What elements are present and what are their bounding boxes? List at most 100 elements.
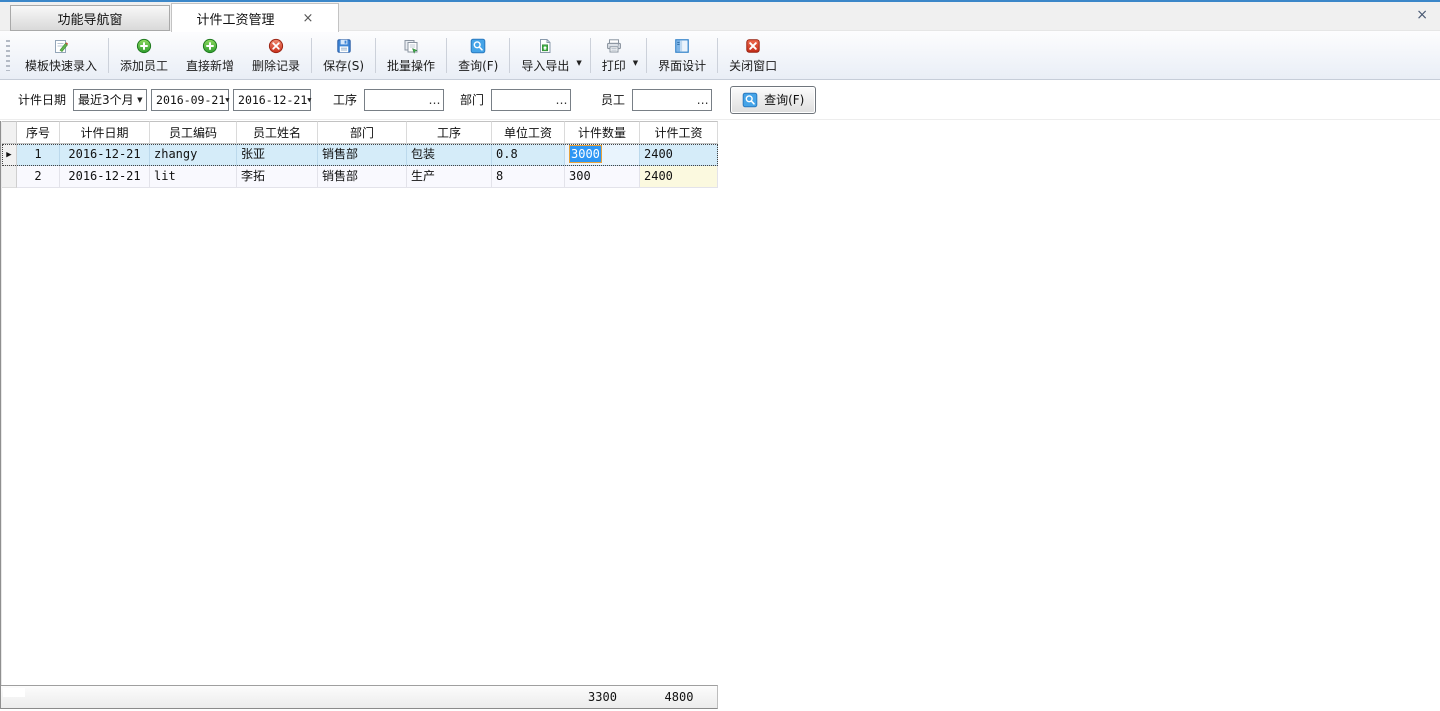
row-indicator-header [2,121,17,144]
toolbar-button-label: 删除记录 [252,57,300,74]
chevron-down-icon[interactable]: ▼ [307,96,311,104]
grid-cell[interactable]: 销售部 [318,144,407,166]
date-from-picker[interactable]: 2016-09-21 ▼ [151,89,229,111]
toolbar-separator [108,38,109,73]
toolbar-grip[interactable] [6,40,10,71]
import-export-icon [537,38,553,54]
column-header[interactable]: 员工编码 [150,121,237,144]
grid-cell[interactable]: 300 [565,166,640,188]
grid-cell[interactable]: 销售部 [318,166,407,188]
close-window-icon [745,38,761,54]
save-button[interactable]: 保存(S) [314,34,373,77]
column-header[interactable]: 部门 [318,121,407,144]
column-header[interactable]: 计件数量 [565,121,640,144]
column-header[interactable]: 工序 [407,121,492,144]
toolbar-button-label: 添加员工 [120,57,168,74]
grid-cell[interactable]: 8 [492,166,565,188]
date-from-value: 2016-09-21 [156,93,225,107]
grid-cell[interactable]: 生产 [407,166,492,188]
grid-cell[interactable]: zhangy [150,144,237,166]
toolbar-button-label: 批量操作 [387,57,435,74]
current-row-arrow-icon: ▶ [6,150,11,160]
app-window: 功能导航窗 计件工资管理 × × 模板快速录入 添加员工 直接新增 [0,0,1440,711]
grid-cell[interactable]: 张亚 [237,144,318,166]
employee-filter-label: 员工 [601,91,625,108]
date-range-preset-select[interactable]: 最近3个月 ▼ [73,89,147,111]
ellipsis-lookup-icon[interactable]: … [426,95,443,105]
piece-qty-total: 3300 [565,690,640,704]
chevron-down-icon[interactable]: ▼ [134,96,146,104]
department-lookup-field: … [491,89,571,111]
grid-cell[interactable]: 2400 [640,166,718,188]
column-header[interactable]: 员工姓名 [237,121,318,144]
delete-circle-icon [268,38,284,54]
toolbar-separator [590,38,591,73]
table-row[interactable]: 2 2016-12-21 lit 李拓 销售部 生产 8 300 2400 [2,166,718,188]
add-employee-button[interactable]: 添加员工 [111,34,177,77]
grid-cell[interactable]: 2016-12-21 [60,144,150,166]
employee-input[interactable] [633,91,694,109]
grid-cell-editing[interactable]: 3000 [565,144,640,166]
grid-cell[interactable]: 李拓 [237,166,318,188]
grid-cell[interactable]: 1 [17,144,60,166]
batch-operation-button[interactable]: 批量操作 [378,34,444,77]
filter-bar: 计件日期 最近3个月 ▼ 2016-09-21 ▼ 2016-12-21 ▼ 工… [0,80,1440,120]
column-header[interactable]: 计件工资 [640,121,718,144]
column-header[interactable]: 单位工资 [492,121,565,144]
date-to-value: 2016-12-21 [238,93,307,107]
process-filter-label: 工序 [333,91,357,108]
chevron-down-icon[interactable]: ▼ [225,96,229,104]
import-export-button[interactable]: 导入导出 ▼ [512,34,587,77]
date-range-preset-value: 最近3个月 [78,91,134,108]
process-lookup-field: … [364,89,444,111]
grid-cell[interactable]: 2400 [640,144,718,166]
print-button[interactable]: 打印 ▼ [593,34,644,77]
query-submit-button[interactable]: 查询(F) [730,86,816,114]
template-quick-entry-button[interactable]: 模板快速录入 [16,34,106,77]
process-input[interactable] [365,91,426,109]
date-to-picker[interactable]: 2016-12-21 ▼ [233,89,311,111]
grid-cell[interactable]: 2 [17,166,60,188]
dropdown-caret-icon[interactable]: ▼ [576,59,581,67]
add-new-button[interactable]: 直接新增 [177,34,243,77]
edit-selection[interactable]: 3000 [569,145,602,163]
tab-piecework-wage-management[interactable]: 计件工资管理 × [171,3,339,32]
toolbar-separator [717,38,718,73]
grid-summary-footer: 3300 4800 [1,685,718,709]
grid-area: 序号 计件日期 员工编码 员工姓名 部门 工序 单位工资 计件数量 计件工资 ▶… [0,120,1440,710]
printer-icon [606,38,622,54]
row-indicator [2,166,17,188]
tab-function-navigation[interactable]: 功能导航窗 [10,5,170,31]
grid-cell[interactable]: 2016-12-21 [60,166,150,188]
employee-lookup-field: … [632,89,712,111]
query-button[interactable]: 查询(F) [449,34,507,77]
ui-design-button[interactable]: 界面设计 [649,34,715,77]
close-window-button[interactable]: 关闭窗口 [720,34,786,77]
row-indicator: ▶ [2,144,17,166]
toolbar-separator [646,38,647,73]
column-header[interactable]: 序号 [17,121,60,144]
ellipsis-lookup-icon[interactable]: … [694,95,711,105]
grid-cell[interactable]: 包装 [407,144,492,166]
toolbar-separator [446,38,447,73]
column-header[interactable]: 计件日期 [60,121,150,144]
window-close-icon[interactable]: × [1416,8,1428,22]
department-filter-label: 部门 [460,91,484,108]
table-row[interactable]: ▶ 1 2016-12-21 zhangy 张亚 销售部 包装 0.8 3000… [2,144,718,166]
batch-copy-icon [403,38,419,54]
ellipsis-lookup-icon[interactable]: … [553,95,570,105]
dropdown-caret-icon[interactable]: ▼ [633,59,638,67]
toolbar-button-label: 直接新增 [186,57,234,74]
department-input[interactable] [492,91,553,109]
search-icon [470,38,486,54]
template-edit-icon [53,38,69,54]
tab-label: 功能导航窗 [57,9,122,28]
tab-bar: 功能导航窗 计件工资管理 × × [0,0,1440,30]
grid-cell[interactable]: 0.8 [492,144,565,166]
delete-record-button[interactable]: 删除记录 [243,34,309,77]
search-icon [742,92,758,108]
tab-close-icon[interactable]: × [303,11,314,26]
toolbar-button-label: 界面设计 [658,57,706,74]
grid-header-row: 序号 计件日期 员工编码 员工姓名 部门 工序 单位工资 计件数量 计件工资 [2,121,718,144]
grid-cell[interactable]: lit [150,166,237,188]
